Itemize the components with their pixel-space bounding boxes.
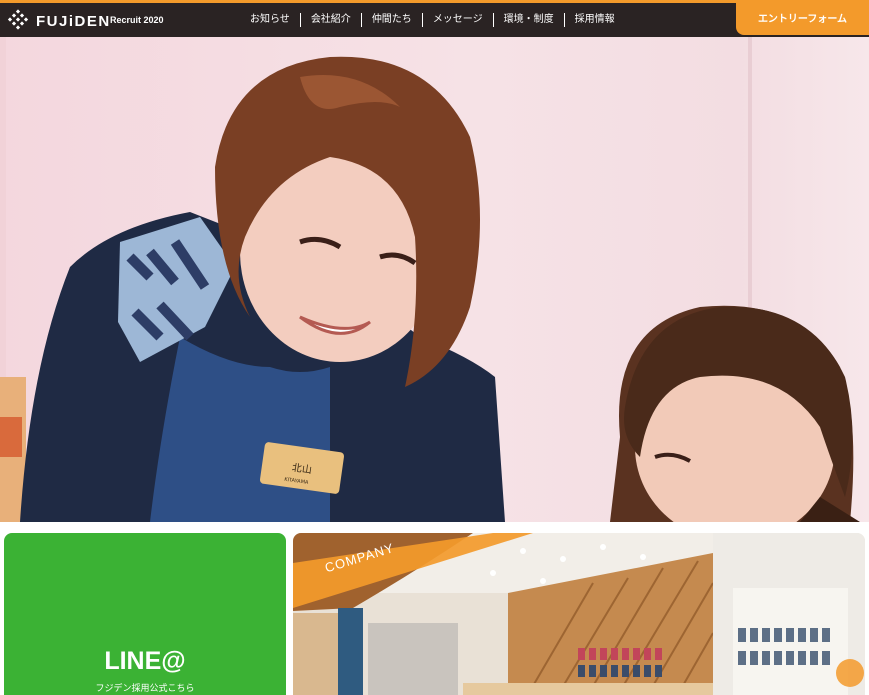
hero-image: 北山 KITAYAMA bbox=[0, 37, 869, 522]
nav-item-company[interactable]: 会社紹介 bbox=[299, 13, 361, 27]
nav-item-message[interactable]: メッセージ bbox=[421, 13, 493, 27]
main-nav: お知らせ 会社紹介 仲間たち メッセージ 環境・制度 採用情報 bbox=[240, 6, 625, 34]
logo-diamond-icon bbox=[7, 9, 29, 30]
nav-item-colleagues[interactable]: 仲間たち bbox=[360, 13, 422, 27]
hero-illustration: 北山 KITAYAMA bbox=[0, 37, 860, 522]
logo[interactable]: FUJiDEN bbox=[6, 9, 111, 33]
nav-item-recruitment[interactable]: 採用情報 bbox=[563, 13, 625, 27]
line-card[interactable]: LINE@ フジデン採用公式こちら bbox=[4, 533, 286, 695]
nav-item-environment[interactable]: 環境・制度 bbox=[492, 13, 564, 27]
line-logo-text: LINE@ bbox=[104, 647, 186, 675]
company-card[interactable]: COMPANY bbox=[293, 533, 865, 695]
logo-text: FUJiDEN bbox=[36, 12, 111, 30]
recruit-label: Recruit 2020 bbox=[110, 15, 164, 25]
nav-item-news[interactable]: お知らせ bbox=[240, 13, 300, 27]
line-caption: フジデン採用公式こちら bbox=[95, 684, 195, 694]
site-header: FUJiDEN Recruit 2020 お知らせ 会社紹介 仲間たち メッセー… bbox=[0, 0, 869, 37]
entry-form-button[interactable]: エントリーフォーム bbox=[736, 0, 869, 35]
